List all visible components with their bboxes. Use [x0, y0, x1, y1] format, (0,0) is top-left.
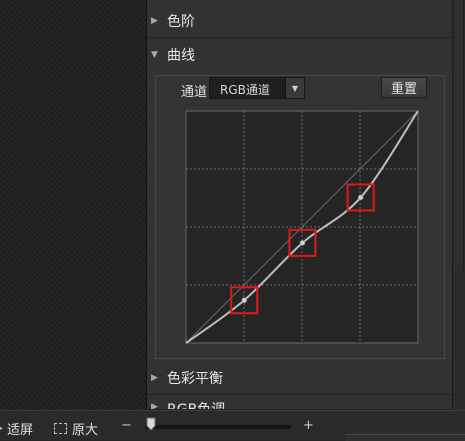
section-color-balance[interactable]: ▶ 色彩平衡 — [147, 361, 452, 395]
section-color-balance-title: 色彩平衡 — [167, 370, 223, 387]
image-canvas[interactable] — [0, 0, 147, 410]
curve-control-point[interactable] — [299, 240, 306, 246]
collapsed-arrow-icon: ▶ — [151, 402, 158, 410]
zoom-out-icon[interactable]: − — [121, 418, 132, 433]
section-rgb-adjust-title: RGB色调 — [167, 402, 226, 410]
fit-screen-label: 适屏 — [7, 423, 34, 438]
reset-button[interactable]: 重置 — [381, 77, 427, 98]
zoom-slider-thumb[interactable] — [146, 417, 156, 431]
panel-scrollbar[interactable] — [452, 0, 465, 410]
actual-size-label: 原大 — [72, 423, 99, 438]
section-curves[interactable]: ▼ 曲线 — [147, 38, 452, 72]
section-levels[interactable]: ▶ 色阶 — [147, 4, 452, 38]
zoom-in-icon[interactable]: + — [303, 418, 314, 433]
actual-size-icon — [54, 423, 67, 434]
channel-select[interactable]: RGB通道 ▼ — [209, 77, 305, 99]
collapsed-arrow-icon: ▶ — [151, 372, 158, 383]
channel-select-value: RGB通道 — [220, 83, 270, 97]
section-rgb-adjust[interactable]: ▶ RGB色调 — [147, 395, 452, 410]
curve-control-point[interactable] — [357, 194, 364, 201]
fit-screen-icon: ▸ — [0, 423, 4, 434]
zoom-slider-track[interactable] — [145, 425, 291, 429]
section-levels-title: 色阶 — [167, 13, 195, 30]
curve-control-point[interactable] — [241, 297, 247, 303]
curve-editor[interactable] — [185, 110, 419, 344]
expanded-arrow-icon: ▼ — [151, 49, 158, 60]
curves-body: 通道 RGB通道 ▼ 重置 — [147, 69, 452, 361]
adjustment-panel: ▶ 色阶 ▼ 曲线 通道 RGB通道 ▼ 重置 ▶ 色彩平衡 ▶ RGB色调 — [147, 0, 452, 410]
fit-screen-button[interactable]: ▸ 适屏 — [0, 419, 33, 438]
chevron-down-icon[interactable]: ▼ — [285, 78, 304, 98]
scrollbar-thumb[interactable] — [455, 0, 464, 270]
actual-size-button[interactable]: 原大 — [54, 419, 98, 438]
collapsed-arrow-icon: ▶ — [151, 15, 158, 26]
channel-label: 通道 — [178, 81, 211, 100]
section-curves-title: 曲线 — [167, 47, 195, 64]
